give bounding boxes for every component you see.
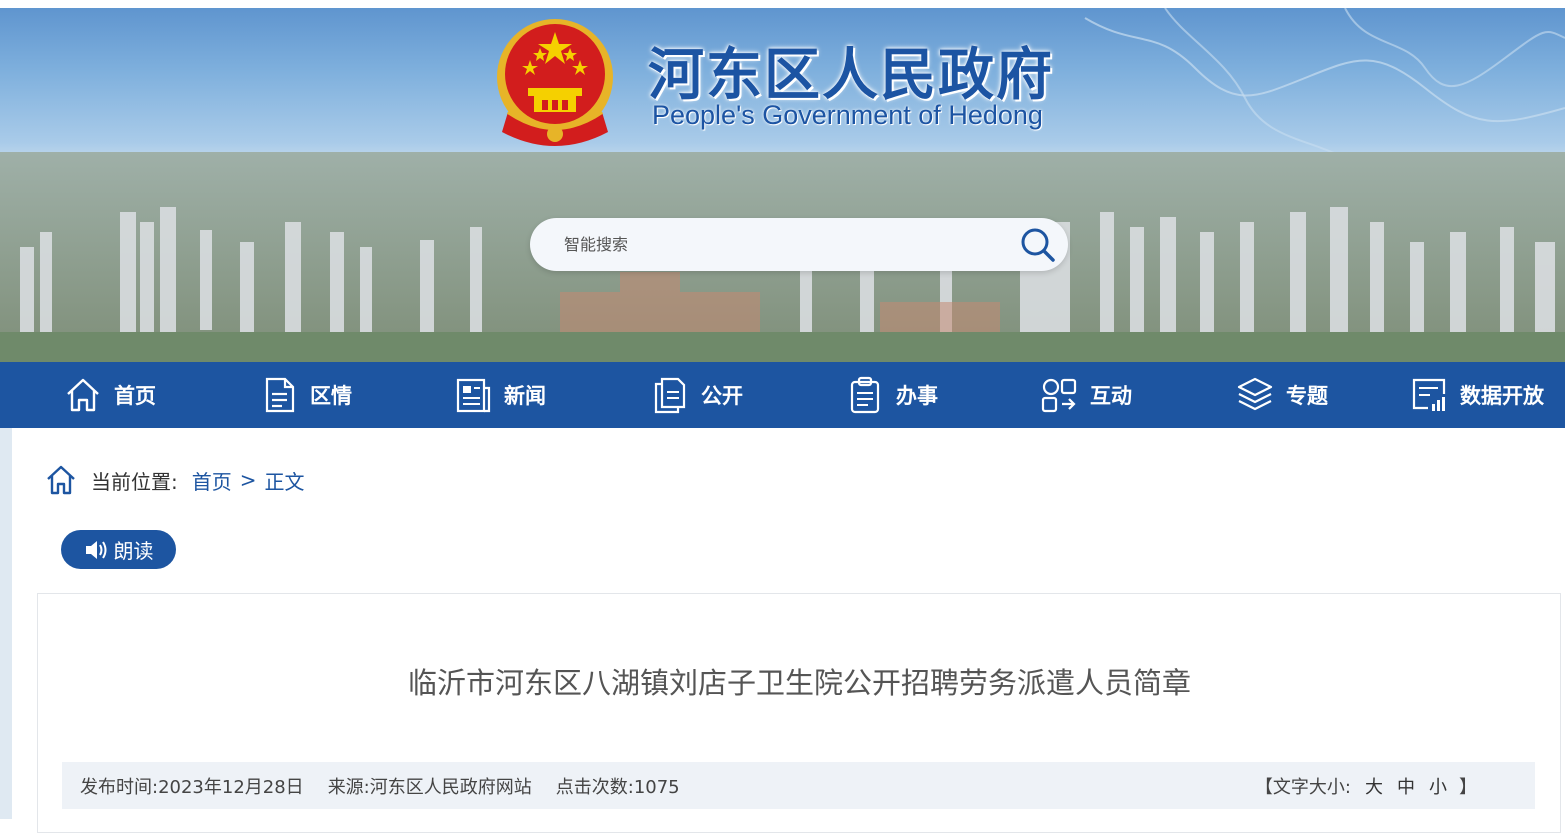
nav-label: 区情 (310, 384, 352, 408)
national-emblem-icon (497, 19, 613, 146)
article-meta-bar: 发布时间:2023年12月28日 来源:河东区人民政府网站 点击次数:1075 … (62, 762, 1535, 809)
nav-label: 专题 (1286, 384, 1328, 408)
search-input[interactable] (530, 218, 1008, 271)
search-button[interactable] (1008, 218, 1068, 271)
home-icon (67, 378, 99, 412)
font-size-control: 【文字大小: 大 中 小 】 (1255, 773, 1477, 799)
nav-item-interaction[interactable]: 互动 (1040, 362, 1132, 428)
site-subtitle: People's Government of Hedong (652, 100, 1043, 130)
search-box (530, 218, 1068, 271)
nav-label: 数据开放 (1460, 384, 1544, 408)
nav-label: 首页 (114, 384, 156, 408)
search-icon (1021, 228, 1055, 262)
breadcrumb-prefix: 当前位置: (91, 469, 178, 494)
read-aloud-label: 朗读 (113, 539, 154, 563)
font-size-bracket-end: 】 (1459, 776, 1477, 798)
nav-label: 互动 (1090, 384, 1132, 408)
font-size-small-button[interactable]: 小 (1429, 773, 1447, 799)
left-edge-stripe (0, 428, 12, 819)
nav-item-home[interactable]: 首页 (64, 362, 156, 428)
publish-time: 发布时间:2023年12月28日 (80, 776, 304, 798)
main-nav: 首页 区情 新闻 公开 办事 互动 专题 数据开放 (0, 362, 1565, 428)
article-source: 来源:河东区人民政府网站 (327, 776, 532, 798)
breadcrumb-current[interactable]: 正文 (265, 466, 305, 495)
font-size-label: 【文字大小: (1254, 776, 1351, 798)
nav-label: 新闻 (504, 384, 546, 408)
breadcrumb: 当前位置: 首页 > 正文 (45, 464, 305, 496)
site-title: 河东区人民政府 (648, 43, 1054, 108)
speaker-icon (85, 540, 106, 559)
files-icon (654, 377, 686, 414)
nav-item-news[interactable]: 新闻 (454, 362, 546, 428)
news-icon (456, 378, 491, 413)
document-icon (265, 377, 295, 413)
nav-label: 公开 (701, 384, 743, 408)
home-icon (47, 465, 75, 495)
breadcrumb-separator: > (239, 468, 257, 492)
nav-item-overview[interactable]: 区情 (260, 362, 352, 428)
nav-label: 办事 (896, 384, 938, 408)
layers-icon (1237, 377, 1273, 411)
read-aloud-button[interactable]: 朗读 (61, 530, 176, 569)
nav-item-services[interactable]: 办事 (846, 362, 938, 428)
nav-item-disclosure[interactable]: 公开 (651, 362, 743, 428)
interact-icon (1041, 378, 1077, 413)
font-size-large-button[interactable]: 大 (1365, 773, 1383, 799)
nav-item-open-data[interactable]: 数据开放 (1410, 362, 1544, 428)
view-count: 点击次数:1075 (555, 776, 680, 798)
font-size-medium-button[interactable]: 中 (1397, 773, 1415, 799)
clipboard-icon (850, 376, 880, 414)
nav-item-topics[interactable]: 专题 (1236, 362, 1328, 428)
map-outline-decoration (1084, 8, 1565, 159)
breadcrumb-home-link[interactable]: 首页 (192, 466, 232, 495)
data-chart-icon (1412, 378, 1446, 411)
article-title: 临沂市河东区八湖镇刘店子卫生院公开招聘劳务派遣人员简章 (407, 666, 1191, 700)
header-banner: 河东区人民政府 People's Government of Hedong (0, 8, 1565, 362)
